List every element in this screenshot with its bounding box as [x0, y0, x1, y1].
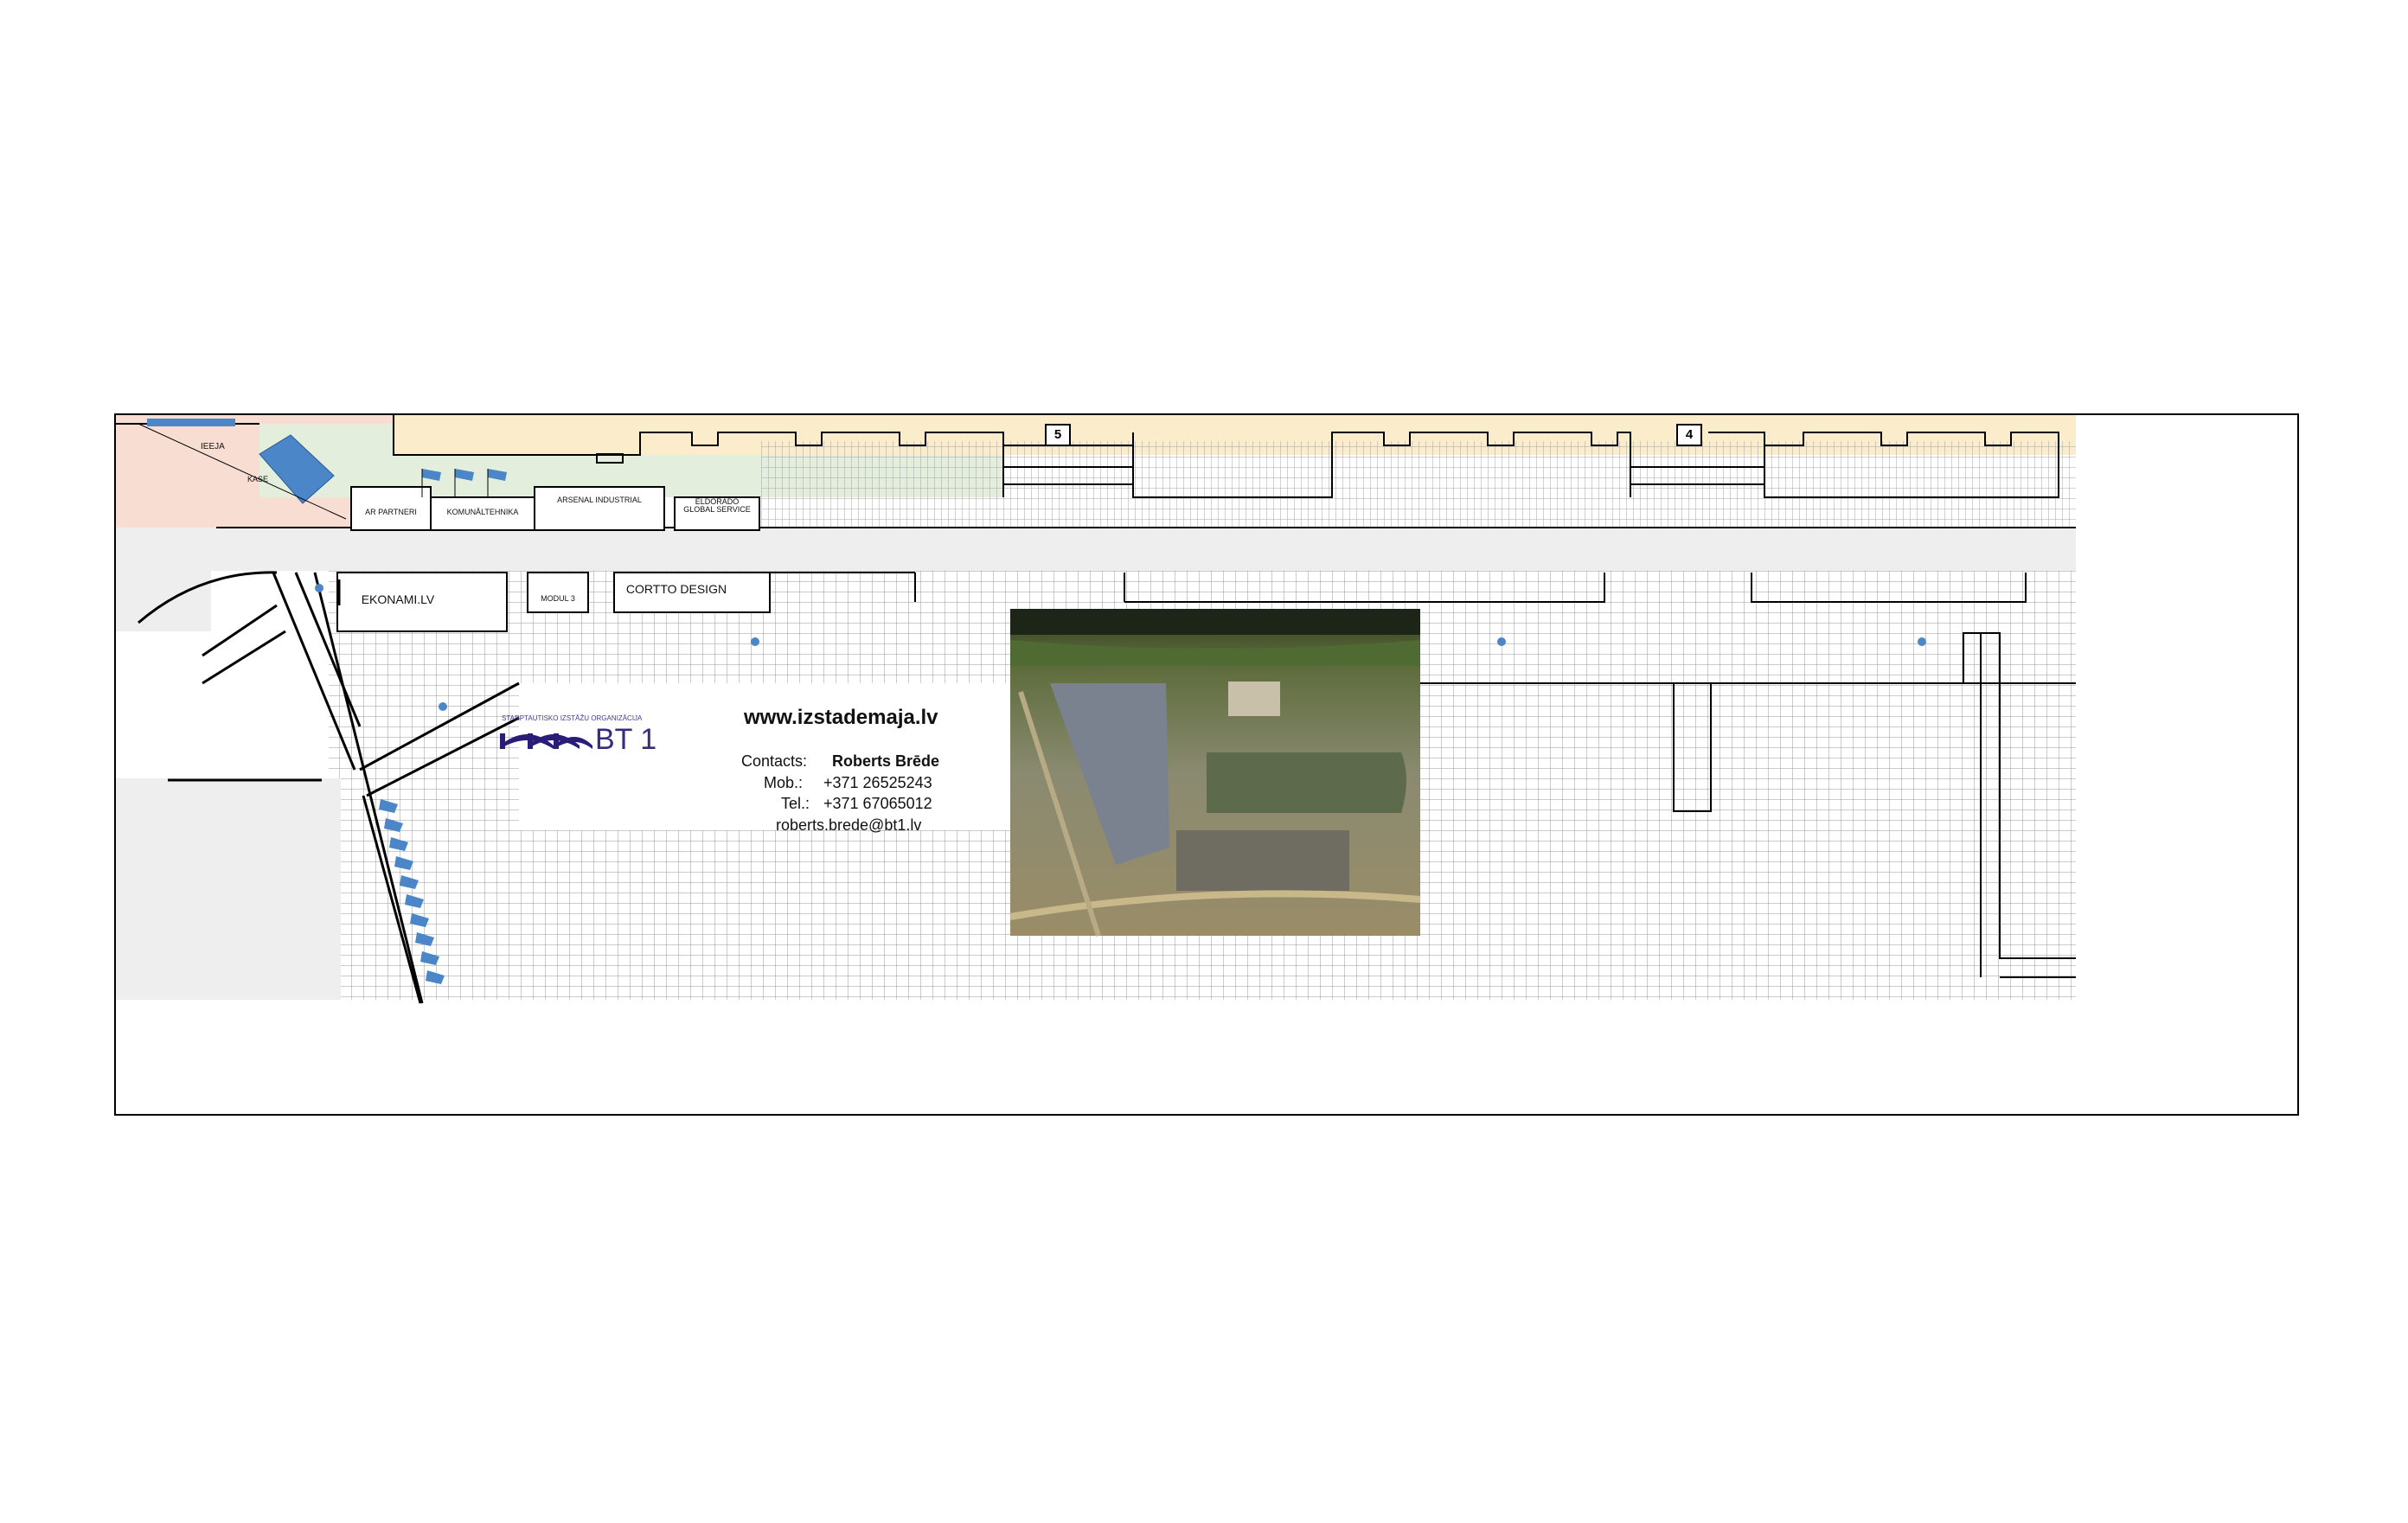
contact-name: Roberts Brēde: [832, 752, 940, 770]
contacts-label: Contacts:: [741, 752, 808, 770]
left-plaza: [116, 778, 341, 1000]
mob-value: +371 26525243: [823, 774, 932, 791]
label-arsenal: ARSENAL INDUSTRIAL: [557, 496, 642, 504]
label-cortto: CORTTO DESIGN: [625, 582, 727, 596]
upper-hall-grid: [761, 441, 2076, 528]
booth-arsenal: [534, 486, 665, 531]
exhibition-floor-plan: [114, 413, 2299, 1116]
label-modul3: MODUL 3: [541, 594, 575, 603]
gate-number-4: 4: [1676, 424, 1702, 446]
label-komunaltehnika: KOMUNĀLTEHNIKA: [446, 508, 519, 516]
tel-value: +371 67065012: [823, 795, 932, 812]
entrance-bar: [147, 419, 235, 426]
aerial-photo: [1009, 609, 1421, 937]
label-entrance: IEEJA: [201, 442, 225, 451]
label-eldorado: ELDORADO GLOBAL SERVICE: [683, 497, 751, 515]
label-ar-partneri: AR PARTNERI: [365, 508, 417, 516]
label-cashier: KASE: [247, 475, 269, 483]
logo-subtitle: STARPTAUTISKO IZSTĀŽU ORGANIZĀCIJA: [502, 714, 643, 722]
mob-label: Mob.:: [764, 774, 804, 791]
email-link[interactable]: roberts.brede@bt1.lv: [776, 816, 921, 835]
booth-modul3: [527, 572, 589, 613]
website-link[interactable]: www.izstademaja.lv: [744, 706, 938, 730]
label-ekonami: EKONAMI.LV: [361, 592, 435, 606]
logo-text: BT 1: [595, 723, 657, 756]
tel-label: Tel.:: [781, 795, 810, 812]
main-road: [116, 528, 2076, 571]
gate-number-5: 5: [1045, 424, 1071, 446]
